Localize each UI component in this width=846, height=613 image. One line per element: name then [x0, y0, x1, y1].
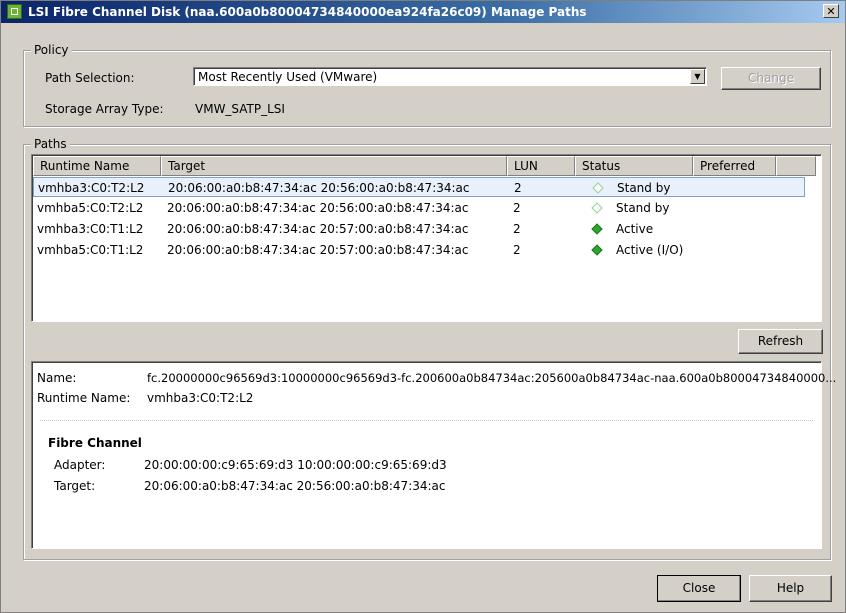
standby-diamond-icon: [592, 182, 604, 194]
cell-lun: 2: [514, 181, 522, 195]
cell-lun: 2: [513, 243, 521, 257]
help-button[interactable]: Help: [749, 575, 832, 602]
storage-array-type-value: VMW_SATP_LSI: [195, 102, 285, 116]
cell-target: 20:06:00:a0:b8:47:34:ac 20:57:00:a0:b8:4…: [167, 222, 469, 236]
cell-target: 20:06:00:a0:b8:47:34:ac 20:56:00:a0:b8:4…: [167, 201, 469, 215]
standby-diamond-icon: [591, 202, 603, 214]
cell-runtime-name: vmhba5:C0:T2:L2: [37, 201, 144, 215]
cell-runtime-name: vmhba3:C0:T1:L2: [37, 222, 144, 236]
cell-target: 20:06:00:a0:b8:47:34:ac 20:56:00:a0:b8:4…: [168, 181, 470, 195]
chevron-down-icon[interactable]: ▼: [690, 69, 705, 84]
name-label: Name:: [37, 371, 77, 385]
window-title: LSI Fibre Channel Disk (naa.600a0b800047…: [28, 5, 587, 19]
close-window-button[interactable]: ✕: [823, 4, 839, 18]
path-selection-dropdown[interactable]: Most Recently Used (VMware) ▼: [193, 67, 707, 86]
paths-legend: Paths: [31, 137, 70, 151]
policy-legend: Policy: [31, 43, 72, 57]
column-filler: [776, 156, 816, 176]
adapter-label: Adapter:: [54, 458, 106, 472]
column-lun[interactable]: LUN: [507, 156, 575, 176]
change-button[interactable]: Change: [721, 67, 821, 90]
path-details-pane: Name: fc.20000000c96569d3:10000000c96569…: [31, 361, 836, 549]
active-diamond-icon: [591, 223, 603, 235]
path-selection-label: Path Selection:: [45, 71, 135, 85]
runtime-name-value: vmhba3:C0:T2:L2: [147, 391, 254, 405]
adapter-value: 20:00:00:00:c9:65:69:d3 10:00:00:00:c9:6…: [144, 458, 447, 472]
runtime-name-label: Runtime Name:: [37, 391, 131, 405]
cell-target: 20:06:00:a0:b8:47:34:ac 20:57:00:a0:b8:4…: [167, 243, 469, 257]
vsphere-app-icon: [7, 4, 22, 19]
column-status[interactable]: Status: [575, 156, 693, 176]
name-value: fc.20000000c96569d3:10000000c96569d3-fc.…: [147, 371, 837, 385]
table-row[interactable]: vmhba5:C0:T2:L2 20:06:00:a0:b8:47:34:ac …: [33, 198, 805, 218]
cell-status: Active (I/O): [616, 243, 684, 257]
storage-array-type-label: Storage Array Type:: [45, 102, 164, 116]
details-divider: [40, 420, 813, 421]
active-diamond-icon: [591, 244, 603, 256]
cell-runtime-name: vmhba5:C0:T1:L2: [37, 243, 144, 257]
table-header: Runtime Name Target LUN Status Preferred: [33, 156, 816, 176]
manage-paths-dialog: LSI Fibre Channel Disk (naa.600a0b800047…: [0, 0, 846, 613]
cell-status: Stand by: [617, 181, 671, 195]
cell-lun: 2: [513, 201, 521, 215]
cell-runtime-name: vmhba3:C0:T2:L2: [38, 181, 145, 195]
close-button[interactable]: Close: [657, 575, 741, 602]
cell-lun: 2: [513, 222, 521, 236]
table-row[interactable]: vmhba5:C0:T1:L2 20:06:00:a0:b8:47:34:ac …: [33, 240, 805, 260]
path-selection-value: Most Recently Used (VMware): [198, 70, 378, 84]
target-label: Target:: [54, 479, 96, 493]
fibre-channel-heading: Fibre Channel: [48, 436, 142, 450]
cell-status: Stand by: [616, 201, 670, 215]
paths-table: Runtime Name Target LUN Status Preferred…: [31, 154, 822, 322]
column-target[interactable]: Target: [161, 156, 507, 176]
title-bar[interactable]: LSI Fibre Channel Disk (naa.600a0b800047…: [1, 1, 845, 23]
refresh-button[interactable]: Refresh: [738, 329, 823, 354]
table-row[interactable]: vmhba3:C0:T2:L2 20:06:00:a0:b8:47:34:ac …: [33, 177, 805, 197]
column-runtime-name[interactable]: Runtime Name: [33, 156, 161, 176]
target-value: 20:06:00:a0:b8:47:34:ac 20:56:00:a0:b8:4…: [144, 479, 446, 493]
column-preferred[interactable]: Preferred: [693, 156, 776, 176]
table-row[interactable]: vmhba3:C0:T1:L2 20:06:00:a0:b8:47:34:ac …: [33, 219, 805, 239]
cell-status: Active: [616, 222, 654, 236]
